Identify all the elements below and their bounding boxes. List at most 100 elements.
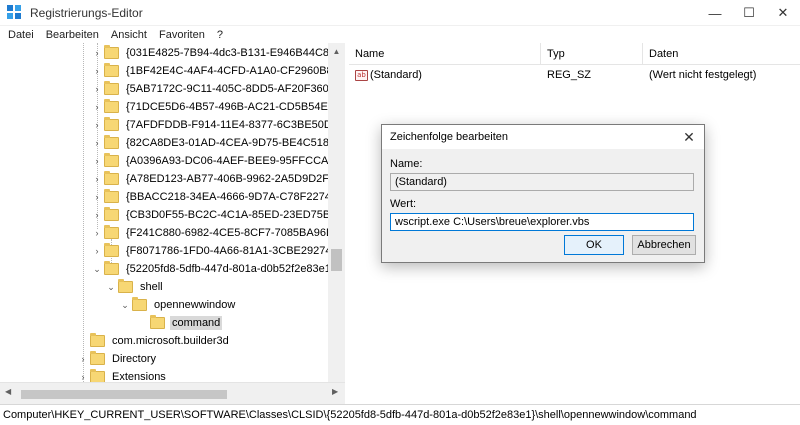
edit-string-dialog: Zeichenfolge bearbeiten ✕ Name: (Standar… <box>381 124 705 263</box>
tree-item[interactable]: › {031E4825-7B94-4dc3-B131-E946B44C8DD5} <box>92 44 345 62</box>
close-icon[interactable]: ✕ <box>681 128 697 146</box>
chevron-down-icon[interactable]: ⌄ <box>92 260 102 278</box>
value-data-input[interactable] <box>390 213 694 231</box>
folder-icon <box>104 81 119 95</box>
tree-item[interactable]: › Directory <box>78 350 158 368</box>
folder-icon <box>104 99 119 113</box>
tree-item-label: {CB3D0F55-BC2C-4C1A-85ED-23ED75B5106B} <box>126 209 345 221</box>
registry-tree[interactable]: › {031E4825-7B94-4dc3-B131-E946B44C8DD5} … <box>0 43 345 382</box>
folder-icon <box>104 261 119 275</box>
value-label: Wert: <box>390 198 417 210</box>
tree-item[interactable]: › {71DCE5D6-4B57-496B-AC21-CD5B54EB93FD} <box>92 98 345 116</box>
scroll-up-icon[interactable]: ▲ <box>328 43 345 59</box>
folder-icon <box>104 243 119 257</box>
tree-vertical-scrollbar[interactable]: ▲ <box>328 43 345 382</box>
status-bar-path: Computer\HKEY_CURRENT_USER\SOFTWARE\Clas… <box>0 404 800 425</box>
tree-item-label-selected: command <box>170 316 223 330</box>
chevron-right-icon[interactable]: › <box>92 188 102 206</box>
tree-item[interactable]: › {CB3D0F55-BC2C-4C1A-85ED-23ED75B5106B} <box>92 206 345 224</box>
folder-icon <box>150 315 165 329</box>
chevron-right-icon[interactable]: › <box>92 134 102 152</box>
tree-item[interactable]: › {A78ED123-AB77-406B-9962-2A5D9D2F7F30} <box>92 170 345 188</box>
scroll-left-icon[interactable]: ◀ <box>5 387 11 396</box>
menu-datei[interactable]: Datei <box>0 29 40 41</box>
title-bar: Registrierungs-Editor — ☐ ✕ <box>0 0 800 26</box>
tree-item-label: {71DCE5D6-4B57-496B-AC21-CD5B54EB93FD} <box>126 101 345 113</box>
column-header-type[interactable]: Typ <box>541 43 643 65</box>
chevron-down-icon[interactable]: ⌄ <box>106 278 116 296</box>
tree-item-label: {BBACC218-34EA-4666-9D7A-C78F2274A524} <box>126 191 345 203</box>
tree-scroll-thumb[interactable] <box>331 249 342 271</box>
value-name: (Standard) <box>370 69 422 81</box>
folder-icon <box>104 189 119 203</box>
tree-item[interactable]: › {F8071786-1FD0-4A66-81A1-3CBE29274458} <box>92 242 344 260</box>
chevron-right-icon[interactable]: › <box>92 242 102 260</box>
folder-icon <box>90 333 105 347</box>
tree-hscroll-thumb[interactable] <box>21 390 227 399</box>
scroll-right-icon[interactable]: ▶ <box>332 387 338 396</box>
tree-item[interactable]: › {7AFDFDDB-F914-11E4-8377-6C3BE50D980C} <box>92 116 345 134</box>
chevron-right-icon[interactable]: › <box>92 170 102 188</box>
menu-bearbeiten[interactable]: Bearbeiten <box>40 29 105 41</box>
menu-ansicht[interactable]: Ansicht <box>105 29 153 41</box>
tree-item[interactable]: › {1BF42E4C-4AF4-4CFD-A1A0-CF2960B8F63E} <box>92 62 345 80</box>
folder-icon <box>104 225 119 239</box>
folder-icon <box>104 171 119 185</box>
tree-item-label: Directory <box>112 353 157 365</box>
tree-item[interactable]: › {BBACC218-34EA-4666-9D7A-C78F2274A524} <box>92 188 345 206</box>
name-label: Name: <box>390 158 423 170</box>
tree-item-label: shell <box>140 281 163 293</box>
chevron-right-icon[interactable]: › <box>92 152 102 170</box>
tree-item[interactable]: com.microsoft.builder3d <box>78 332 231 350</box>
ok-button[interactable]: OK <box>564 235 624 255</box>
registry-editor-icon <box>7 4 23 21</box>
value-row[interactable]: ab (Standard) REG_SZ (Wert nicht festgel… <box>349 66 800 84</box>
tree-item-shell[interactable]: ⌄ shell <box>106 278 165 296</box>
tree-item-opennewwindow[interactable]: ⌄ opennewwindow <box>120 296 237 314</box>
tree-item[interactable]: › {A0396A93-DC06-4AEF-BEE9-95FFCCAEF20E} <box>92 152 344 170</box>
folder-icon <box>132 297 147 311</box>
chevron-right-icon[interactable]: › <box>92 206 102 224</box>
close-window-button[interactable]: ✕ <box>766 0 800 26</box>
maximize-button[interactable]: ☐ <box>732 0 766 26</box>
tree-item-command[interactable]: command <box>138 314 223 332</box>
tree-item-label: {52205fd8-5dfb-447d-801a-d0b52f2e83e1} <box>126 263 335 275</box>
chevron-right-icon[interactable]: › <box>92 116 102 134</box>
tree-item-label: {1BF42E4C-4AF4-4CFD-A1A0-CF2960B8F63E} <box>126 65 345 77</box>
chevron-right-icon[interactable]: › <box>92 80 102 98</box>
chevron-right-icon[interactable]: › <box>92 224 102 242</box>
chevron-right-icon[interactable]: › <box>92 44 102 62</box>
tree-item-label: {031E4825-7B94-4dc3-B131-E946B44C8DD5} <box>126 47 345 59</box>
tree-item[interactable]: › {5AB7172C-9C11-405C-8DD5-AF20F3606282} <box>92 80 344 98</box>
menu-help[interactable]: ? <box>211 29 229 41</box>
value-data: (Wert nicht festgelegt) <box>649 69 757 81</box>
tree-item-label: {7AFDFDDB-F914-11E4-8377-6C3BE50D980C} <box>126 119 345 131</box>
value-name-field: (Standard) <box>390 173 694 191</box>
chevron-right-icon[interactable]: › <box>92 98 102 116</box>
list-header: Name Typ Daten <box>349 43 800 65</box>
cancel-button[interactable]: Abbrechen <box>632 235 696 255</box>
folder-icon <box>104 207 119 221</box>
dialog-title: Zeichenfolge bearbeiten <box>390 131 509 143</box>
folder-icon <box>90 369 105 382</box>
tree-item-label: Extensions <box>112 371 166 382</box>
tree-item[interactable]: › {F241C880-6982-4CE5-8CF7-7085BA96DA5A} <box>92 224 344 242</box>
column-header-data[interactable]: Daten <box>643 43 800 65</box>
chevron-right-icon[interactable]: › <box>78 350 88 368</box>
tree-horizontal-scrollbar[interactable]: ◀ ▶ <box>0 382 345 404</box>
tree-item[interactable]: › {82CA8DE3-01AD-4CEA-9D75-BE4C51810A9E} <box>92 134 344 152</box>
folder-icon <box>104 63 119 77</box>
column-header-name[interactable]: Name <box>349 43 541 65</box>
menu-favoriten[interactable]: Favoriten <box>153 29 211 41</box>
tree-item-expanded-guid[interactable]: ⌄ {52205fd8-5dfb-447d-801a-d0b52f2e83e1} <box>92 260 337 278</box>
folder-icon <box>104 135 119 149</box>
tree-item-label: com.microsoft.builder3d <box>112 335 229 347</box>
chevron-right-icon[interactable]: › <box>78 368 88 382</box>
folder-icon <box>104 45 119 59</box>
tree-item[interactable]: › Extensions <box>78 368 168 382</box>
chevron-down-icon[interactable]: ⌄ <box>120 296 130 314</box>
minimize-button[interactable]: — <box>698 0 732 26</box>
chevron-right-icon[interactable]: › <box>92 62 102 80</box>
tree-item-label: {A78ED123-AB77-406B-9962-2A5D9D2F7F30} <box>126 173 345 185</box>
folder-icon <box>118 279 133 293</box>
